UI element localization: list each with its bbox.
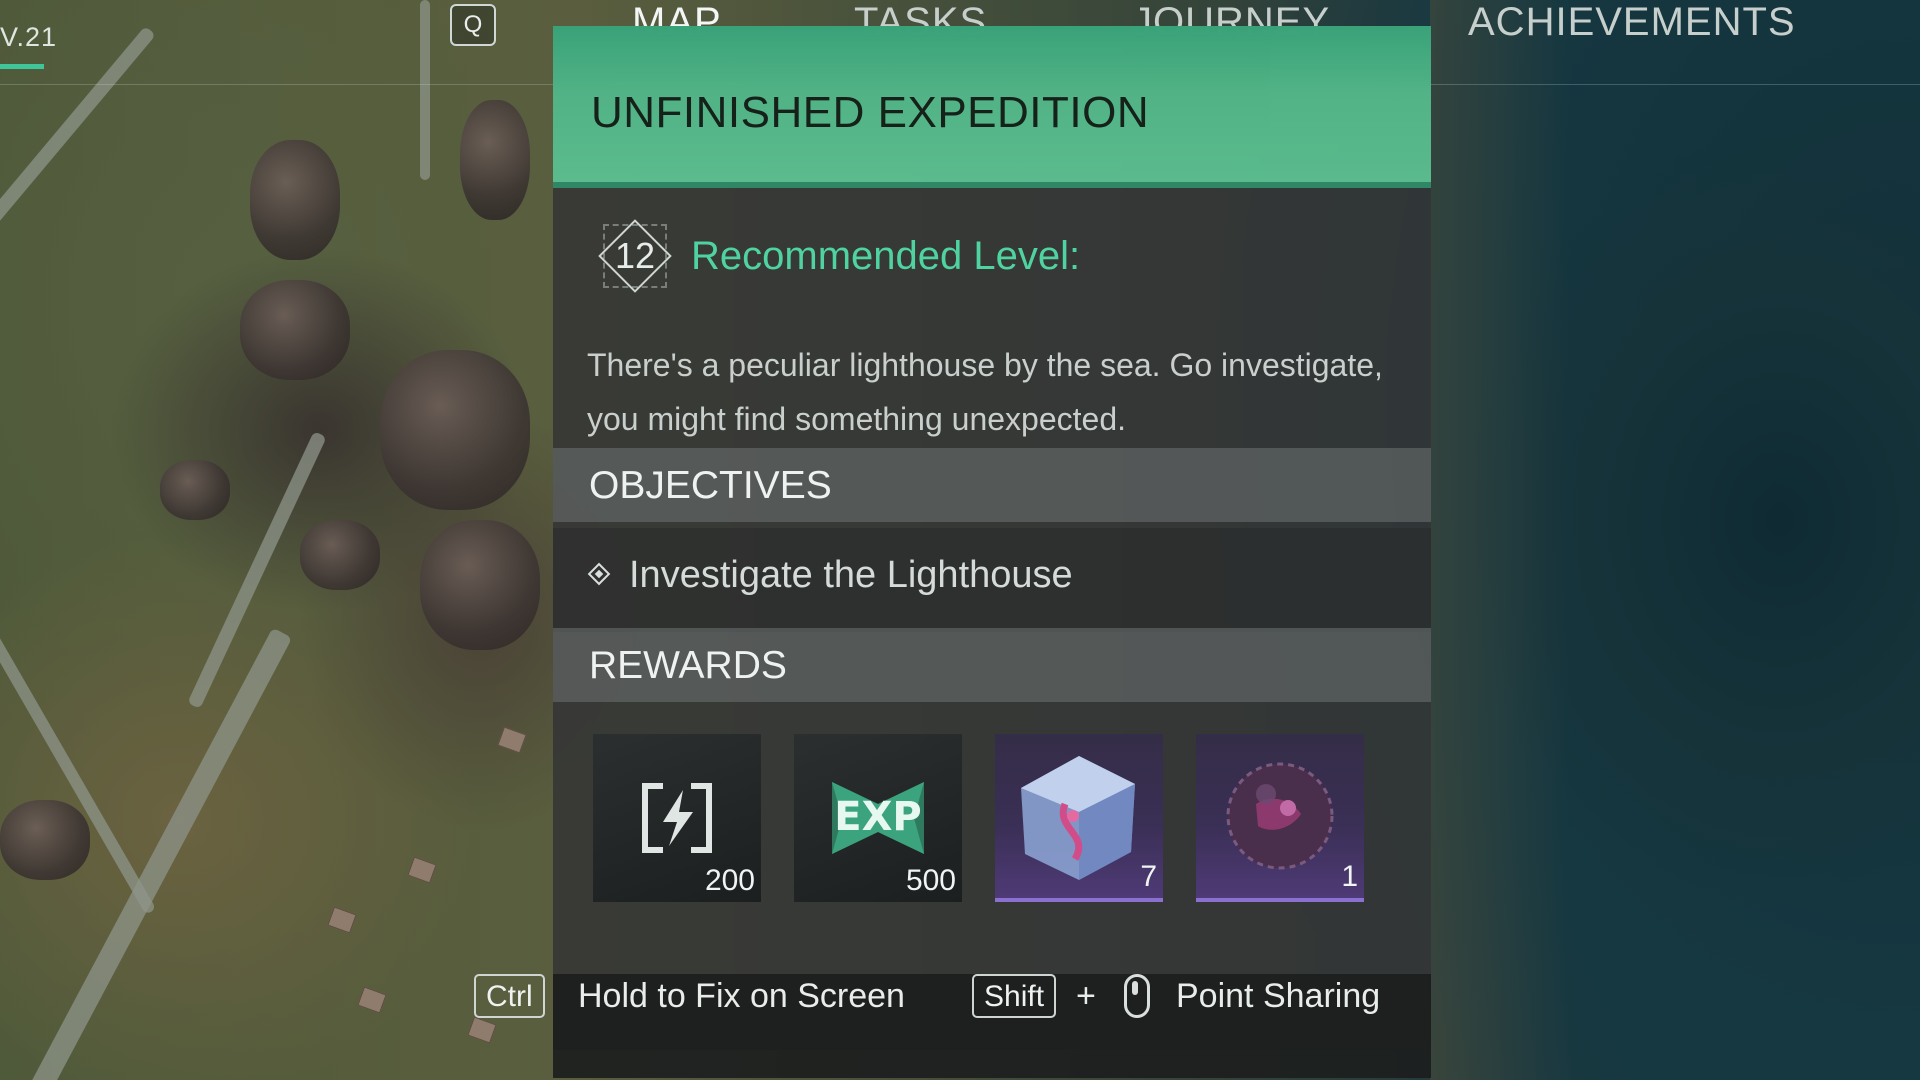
map-building: [407, 856, 437, 884]
map-rock: [380, 350, 530, 510]
map-rock: [160, 460, 230, 520]
version-label: V.21: [0, 22, 58, 52]
rewards-header: REWARDS: [553, 628, 1431, 702]
reward-count: 7: [1140, 860, 1157, 893]
map-building: [327, 906, 357, 934]
reward-count: 1: [1341, 860, 1358, 893]
point-sharing-hint[interactable]: Point Sharing: [1176, 977, 1380, 1016]
quest-description: There's a peculiar lighthouse by the sea…: [587, 347, 1383, 437]
shift-key: Shift: [972, 974, 1057, 1018]
map-rock: [240, 280, 350, 380]
map-building: [467, 1016, 497, 1044]
map-rock: [420, 520, 540, 650]
map-building: [497, 726, 527, 754]
reward-item-energy[interactable]: 200: [593, 734, 761, 902]
reward-item-crystal-cube[interactable]: 7: [995, 734, 1163, 902]
quest-title: UNFINISHED EXPEDITION: [591, 88, 1150, 137]
map-building: [357, 986, 387, 1014]
version-indicator: [0, 64, 44, 69]
crystal-cube-icon: [1021, 756, 1135, 880]
map-rock: [0, 800, 90, 880]
plus-sign: +: [1076, 977, 1096, 1015]
objectives-header: OBJECTIVES: [553, 448, 1431, 522]
level-number: 12: [614, 235, 656, 276]
map-rock: [300, 520, 380, 590]
dark-orb-icon: [1226, 762, 1334, 870]
level-badge: 12: [595, 216, 675, 296]
recommended-level-label: Recommended Level:: [691, 234, 1081, 278]
objective-text: Investigate the Lighthouse: [629, 554, 1073, 596]
quest-panel: UNFINISHED EXPEDITION 12 Recommended Lev…: [553, 26, 1431, 1078]
rewards-title: REWARDS: [589, 644, 787, 687]
reward-count: 500: [905, 864, 956, 897]
objectives-title: OBJECTIVES: [589, 464, 832, 507]
objective-diamond-icon: [587, 562, 611, 586]
ctrl-hint[interactable]: Hold to Fix on Screen: [578, 977, 905, 1016]
reward-item-dark-orb[interactable]: 1: [1196, 734, 1364, 902]
map-rock: [250, 140, 340, 260]
q-key-hint[interactable]: Q: [450, 4, 496, 46]
ctrl-key: Ctrl: [474, 974, 545, 1018]
reward-item-exp[interactable]: EXP 500: [794, 734, 962, 902]
map-rock: [460, 100, 530, 220]
tab-achievements[interactable]: ACHIEVEMENTS: [1468, 0, 1796, 48]
coastline: [1430, 0, 1570, 1080]
quest-header: UNFINISHED EXPEDITION: [553, 26, 1431, 188]
mouse-icon: [1124, 974, 1150, 1018]
svg-text:EXP: EXP: [834, 794, 921, 840]
reward-count: 200: [704, 864, 755, 897]
objective-item: Investigate the Lighthouse: [553, 528, 1431, 632]
